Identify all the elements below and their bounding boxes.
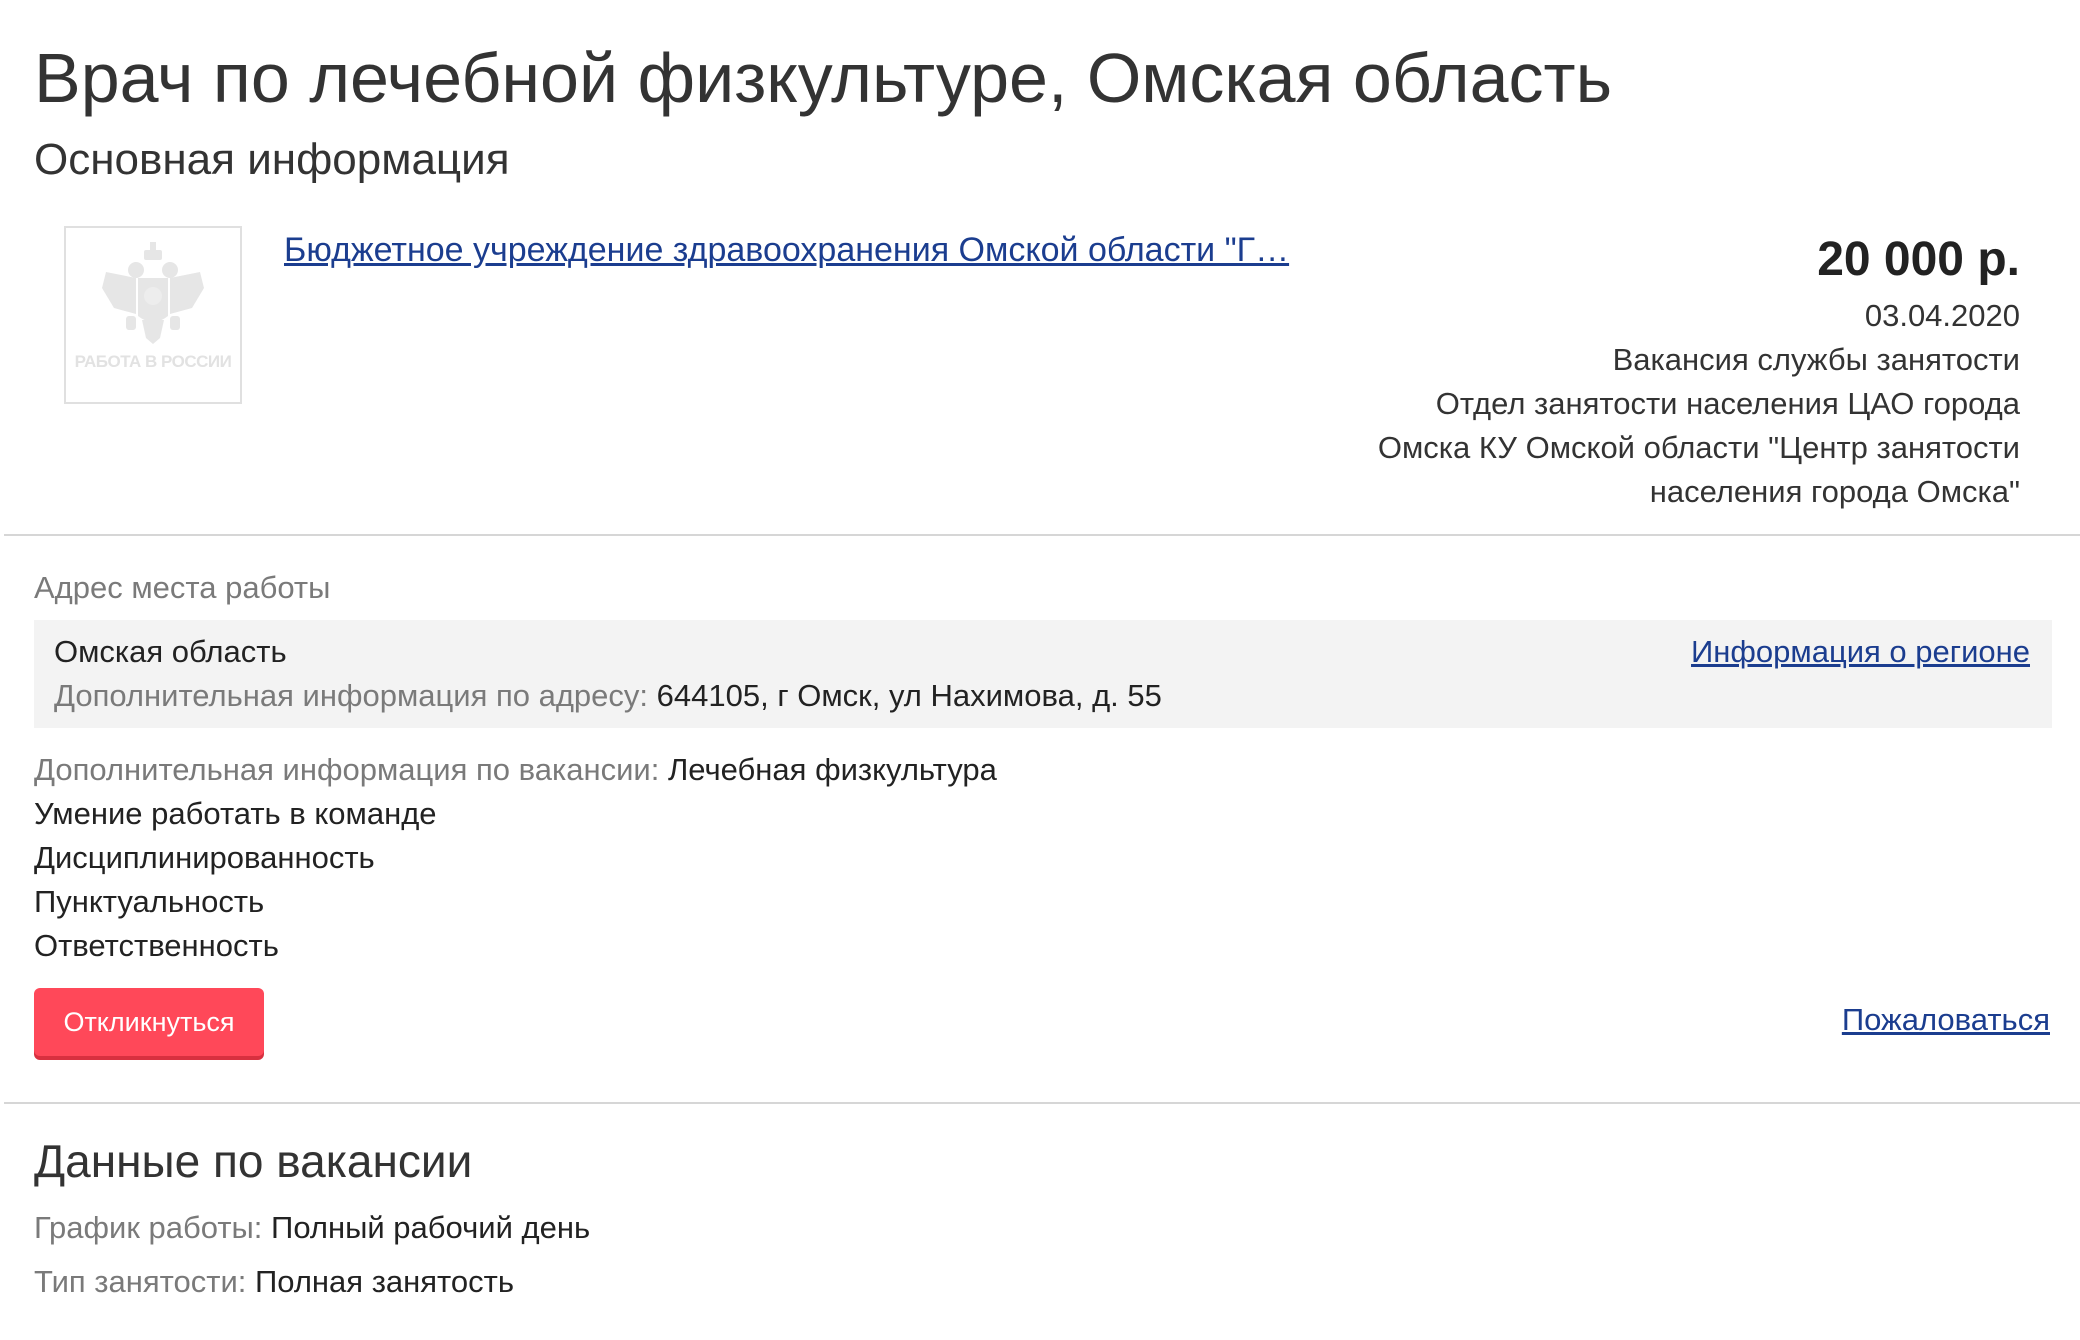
employer-logo: РАБОТА В РОССИИ <box>64 226 242 404</box>
vacancy-info-line: Лечебная физкультура <box>667 752 997 787</box>
address-extra-info: Дополнительная информация по адресу: 644… <box>54 674 1162 718</box>
section-subtitle-basic-info: Основная информация <box>34 135 510 184</box>
emblem-icon <box>102 242 204 344</box>
vacancy-info-line: Умение работать в команде <box>34 796 437 831</box>
schedule-value: Полный рабочий день <box>271 1210 591 1245</box>
section-divider <box>4 1102 2080 1104</box>
page-title: Врач по лечебной физкультуре, Омская обл… <box>34 39 1613 117</box>
address-extra-label: Дополнительная информация по адресу: <box>54 678 649 713</box>
schedule-row: График работы: Полный рабочий день <box>34 1206 590 1250</box>
vacancy-info-line: Пунктуальность <box>34 884 265 919</box>
vacancy-info-line: Дисциплинированность <box>34 840 375 875</box>
vacancy-info-first-line: Дополнительная информация по вакансии: Л… <box>34 748 997 792</box>
region-info-link[interactable]: Информация о регионе <box>1691 630 2030 674</box>
complain-link[interactable]: Пожаловаться <box>1842 998 2050 1042</box>
employment-type-row: Тип занятости: Полная занятость <box>34 1260 514 1304</box>
employment-type-value: Полная занятость <box>255 1264 514 1299</box>
address-region: Омская область <box>54 634 287 669</box>
office-line: Омска КУ Омской области "Центр занятости <box>1377 430 2020 465</box>
salary-value: 20 000 р. <box>1817 233 2020 286</box>
vacancy-additional-info: Дополнительная информация по вакансии: Л… <box>34 748 997 968</box>
vacancy-info-label: Дополнительная информация по вакансии: <box>34 752 660 787</box>
respond-button[interactable]: Откликнуться <box>34 988 264 1056</box>
address-panel: Омская область Дополнительная информация… <box>34 620 2052 728</box>
vacancy-data-heading: Данные по вакансии <box>34 1135 473 1187</box>
logo-caption: РАБОТА В РОССИИ <box>74 352 232 371</box>
office-line: населения города Омска" <box>1649 474 2020 509</box>
employment-type-label: Тип занятости: <box>34 1264 247 1299</box>
publication-date: 03.04.2020 <box>1864 298 2020 333</box>
section-divider <box>4 534 2080 536</box>
office-line: Отдел занятости населения ЦАО города <box>1435 386 2020 421</box>
vacancy-source: Вакансия службы занятости <box>1612 342 2020 377</box>
address-caption: Адрес места работы <box>34 570 331 605</box>
schedule-label: График работы: <box>34 1210 263 1245</box>
vacancy-info-line: Ответственность <box>34 928 279 963</box>
employer-link[interactable]: Бюджетное учреждение здравоохранения Омс… <box>284 228 1344 272</box>
address-extra-value: 644105, г Омск, ул Нахимова, д. 55 <box>656 678 1162 713</box>
vacancy-meta: 20 000 р. 03.04.2020 Вакансия службы зан… <box>1300 228 2020 514</box>
